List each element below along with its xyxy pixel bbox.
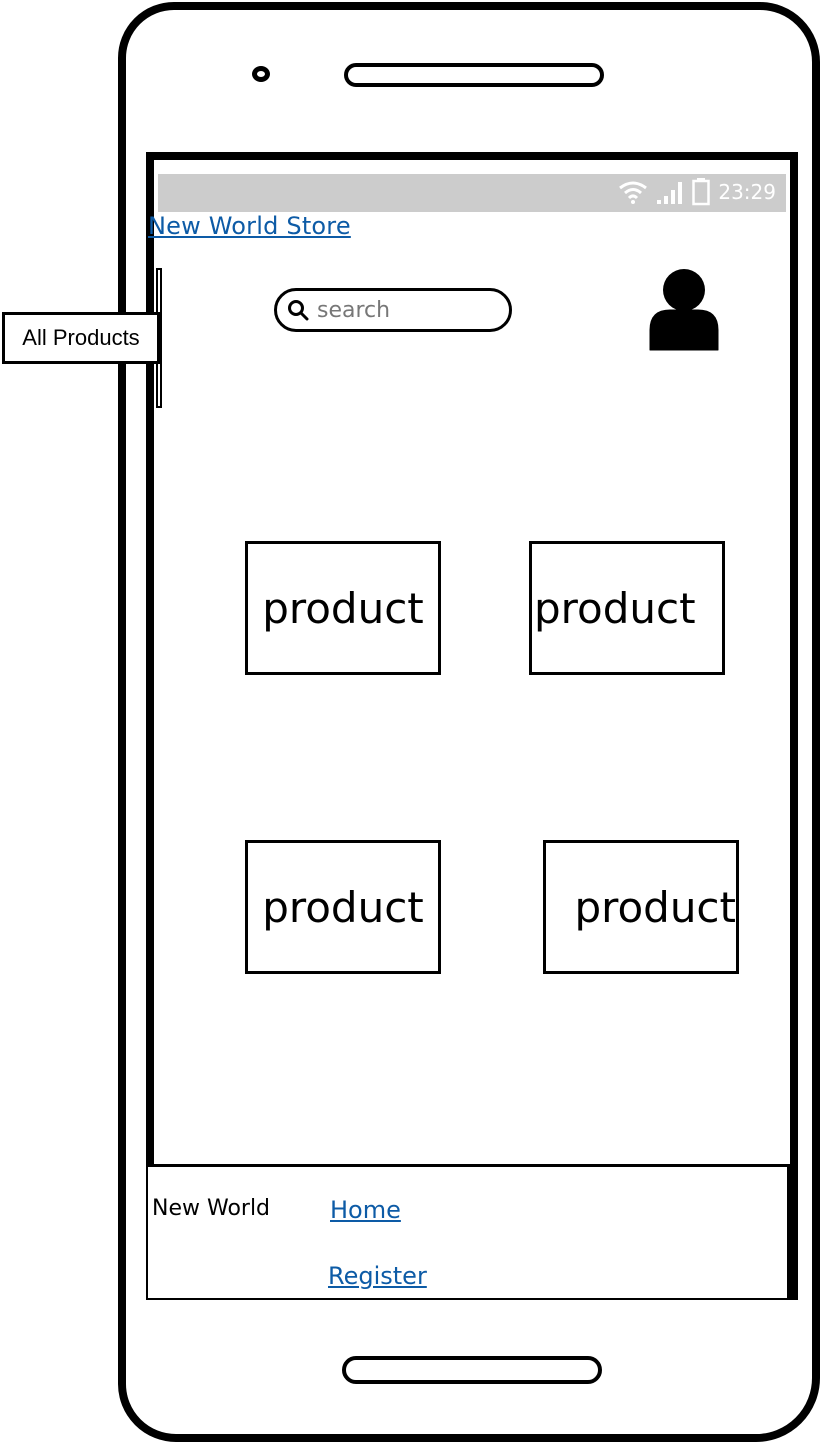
search-icon [287, 299, 309, 321]
store-title-link[interactable]: New World Store [148, 212, 351, 240]
all-products-tab[interactable]: All Products [2, 312, 160, 364]
camera-icon [252, 66, 270, 82]
product-card[interactable]: product [529, 541, 725, 675]
product-card[interactable]: product [245, 541, 441, 675]
footer-register-link[interactable]: Register [328, 1262, 427, 1290]
status-time: 23:29 [718, 180, 776, 204]
status-bar: 23:29 [158, 174, 786, 212]
search-box[interactable] [274, 288, 512, 332]
product-card[interactable]: product [245, 840, 441, 974]
signal-icon [656, 180, 684, 204]
product-card[interactable]: product [543, 840, 739, 974]
home-button[interactable] [342, 1356, 602, 1384]
wifi-icon [618, 180, 648, 204]
footer-home-link[interactable]: Home [330, 1196, 401, 1224]
speaker-grille [344, 63, 604, 87]
battery-icon [692, 178, 711, 206]
search-input[interactable] [317, 297, 487, 323]
footer [148, 1164, 790, 1298]
status-icons: 23:29 [618, 178, 776, 206]
user-avatar-icon[interactable] [648, 268, 720, 352]
footer-brand: New World [152, 1196, 271, 1221]
